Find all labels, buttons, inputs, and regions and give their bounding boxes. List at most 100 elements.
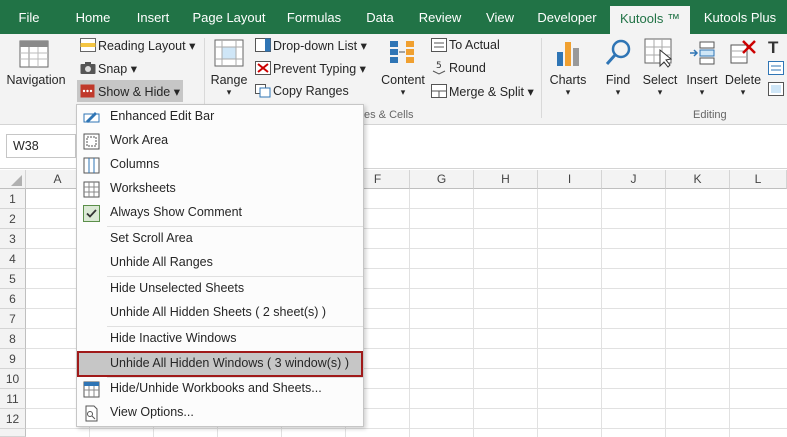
content-icon — [388, 39, 418, 72]
show-hide-button[interactable]: Show & Hide ▾ — [77, 80, 183, 102]
snap-label: Snap — [98, 62, 128, 76]
row-header-2[interactable]: 2 — [0, 209, 26, 229]
menu-item-columns[interactable]: Columns — [78, 154, 362, 176]
select-button[interactable]: Select — [638, 73, 682, 87]
menu-item-hide-unhide-workbooks-sheets[interactable]: Hide/Unhide Workbooks and Sheets... — [78, 378, 362, 400]
round-button[interactable]: Round — [449, 61, 486, 75]
copy-ranges-button[interactable]: Copy Ranges — [273, 84, 349, 98]
to-actual-button[interactable]: To Actual — [449, 38, 500, 52]
chevron-down-icon: ▾ — [615, 87, 621, 97]
menu-item-label: Work Area — [110, 133, 169, 147]
group-label-editing: Editing — [693, 109, 727, 121]
ribbon-tab-bar: File Home Insert Page Layout Formulas Da… — [0, 0, 787, 34]
tab-kutools[interactable]: Kutools ™ — [610, 6, 690, 34]
menu-item-label: Unhide All Ranges — [110, 255, 213, 269]
insert-icon — [688, 40, 716, 69]
menu-item-unhide-all-ranges[interactable]: Unhide All Ranges — [78, 252, 362, 274]
menu-item-set-scroll-area[interactable]: Set Scroll Area — [78, 228, 362, 250]
delete-icon — [729, 39, 757, 70]
tab-review[interactable]: Review — [412, 0, 468, 34]
find-button[interactable]: Find — [596, 73, 640, 87]
row-header-1[interactable]: 1 — [0, 189, 26, 209]
row-header-8[interactable]: 8 — [0, 329, 26, 349]
row-header-5[interactable]: 5 — [0, 269, 26, 289]
menu-item-hide-inactive-windows[interactable]: Hide Inactive Windows — [78, 328, 362, 350]
menu-separator — [107, 276, 363, 277]
tab-page-layout[interactable]: Page Layout — [188, 0, 270, 34]
menu-item-view-options[interactable]: View Options... — [78, 402, 362, 424]
menu-item-label: Unhide All Hidden Sheets ( 2 sheet(s) ) — [110, 305, 327, 319]
copy-ranges-icon — [255, 84, 271, 101]
format-icon[interactable] — [768, 61, 784, 78]
menu-separator — [107, 326, 363, 327]
dropdown-list-button[interactable]: Drop-down List ▾ — [273, 38, 367, 53]
chevron-down-icon: ▾ — [740, 87, 746, 97]
camera-icon — [80, 61, 96, 78]
menu-item-work-area[interactable]: Work Area — [78, 130, 362, 152]
tab-kutools-plus[interactable]: Kutools Plus — [698, 0, 782, 34]
chevron-down-icon: ▾ — [359, 62, 366, 76]
delete-button[interactable]: Delete — [721, 73, 765, 87]
charts-button[interactable]: Charts — [545, 73, 591, 87]
tab-developer[interactable]: Developer — [532, 0, 602, 34]
text-tools-icon[interactable]: T — [768, 38, 778, 58]
column-header-g[interactable]: G — [410, 170, 474, 189]
content-button[interactable]: Content — [378, 73, 428, 87]
row-header-3[interactable]: 3 — [0, 229, 26, 249]
chevron-down-icon: ▾ — [657, 87, 663, 97]
row-header-11[interactable]: 11 — [0, 389, 26, 409]
menu-item-enhanced-edit-bar[interactable]: Enhanced Edit Bar — [78, 106, 362, 128]
checkbox-checked-icon — [83, 205, 100, 222]
tab-data[interactable]: Data — [358, 0, 402, 34]
menu-item-always-show-comment[interactable]: Always Show Comment — [78, 202, 362, 224]
column-header-h[interactable]: H — [474, 170, 538, 189]
group-label-cells: es & Cells — [364, 109, 414, 121]
round-icon: 5 — [431, 59, 447, 78]
insert-button[interactable]: Insert — [680, 73, 724, 87]
range-button[interactable]: Range — [206, 73, 252, 87]
row-header-9[interactable]: 9 — [0, 349, 26, 369]
menu-item-hide-unselected-sheets[interactable]: Hide Unselected Sheets — [78, 278, 362, 300]
chevron-down-icon: ▾ — [189, 39, 196, 53]
merge-split-icon — [431, 84, 447, 101]
row-header-13[interactable] — [0, 429, 26, 437]
row-header-6[interactable]: 6 — [0, 289, 26, 309]
menu-item-unhide-all-hidden-windows[interactable]: Unhide All Hidden Windows ( 3 window(s) … — [77, 351, 363, 377]
snap-button[interactable]: Snap ▾ — [98, 61, 137, 76]
prevent-typing-label: Prevent Typing — [273, 62, 357, 76]
dropdown-list-label: Drop-down List — [273, 39, 358, 53]
menu-item-label: Set Scroll Area — [110, 231, 193, 245]
link-icon[interactable] — [768, 82, 784, 99]
to-actual-icon — [431, 38, 447, 55]
reading-layout-label: Reading Layout — [98, 39, 186, 53]
merge-split-button[interactable]: Merge & Split ▾ — [449, 84, 534, 99]
chevron-down-icon: ▾ — [699, 87, 705, 97]
reading-layout-button[interactable]: Reading Layout ▾ — [98, 38, 195, 53]
select-all-corner[interactable] — [0, 170, 26, 189]
chevron-down-icon: ▾ — [130, 62, 137, 76]
tab-formulas[interactable]: Formulas — [280, 0, 348, 34]
row-header-10[interactable]: 10 — [0, 369, 26, 389]
tab-view[interactable]: View — [478, 0, 522, 34]
ribbon-separator — [541, 38, 542, 118]
worksheets-icon — [83, 181, 100, 198]
column-header-k[interactable]: K — [666, 170, 730, 189]
prevent-typing-button[interactable]: Prevent Typing ▾ — [273, 61, 366, 76]
column-header-l[interactable]: L — [730, 170, 787, 189]
tab-file[interactable]: File — [8, 0, 50, 34]
tab-insert[interactable]: Insert — [128, 0, 178, 34]
row-header-12[interactable]: 12 — [0, 409, 26, 429]
menu-item-label: Columns — [110, 157, 160, 171]
menu-item-unhide-all-hidden-sheets[interactable]: Unhide All Hidden Sheets ( 2 sheet(s) ) — [78, 302, 362, 324]
name-box[interactable]: W38 — [6, 134, 76, 158]
column-header-j[interactable]: J — [602, 170, 666, 189]
row-header-7[interactable]: 7 — [0, 309, 26, 329]
menu-item-worksheets[interactable]: Worksheets — [78, 178, 362, 200]
tab-home[interactable]: Home — [66, 0, 120, 34]
prevent-typing-icon — [255, 61, 271, 78]
edit-bar-icon — [83, 109, 100, 126]
reading-layout-icon — [80, 38, 96, 55]
navigation-button[interactable]: Navigation — [5, 73, 67, 87]
column-header-i[interactable]: I — [538, 170, 602, 189]
row-header-4[interactable]: 4 — [0, 249, 26, 269]
